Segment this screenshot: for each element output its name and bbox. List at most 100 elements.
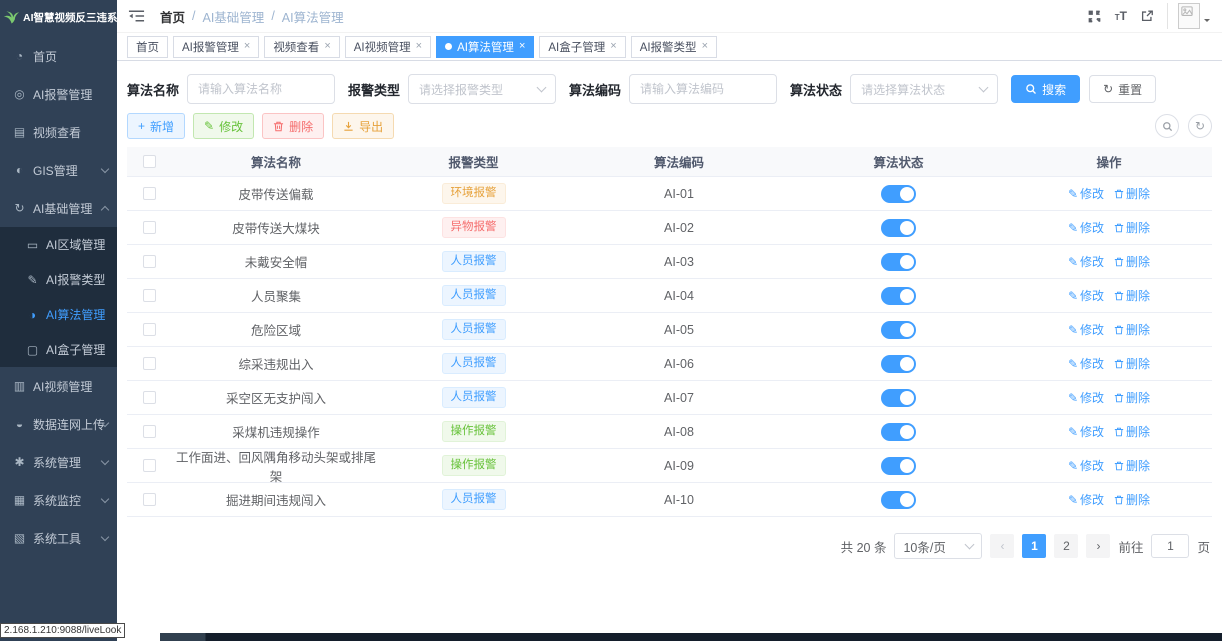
- sidebar-item-ai-video[interactable]: ▥ AI视频管理: [0, 367, 117, 405]
- page-button-2[interactable]: 2: [1054, 534, 1078, 558]
- row-edit-link[interactable]: ✎修改: [1068, 219, 1104, 236]
- algorithm-status-select[interactable]: 请选择算法状态: [850, 74, 998, 104]
- chevron-down-icon[interactable]: [1204, 19, 1210, 25]
- breadcrumb-ai-base[interactable]: AI基础管理: [203, 7, 265, 26]
- table-row: 皮带传送偏载 环境报警 AI-01 ✎修改 删除: [127, 177, 1212, 211]
- row-checkbox[interactable]: [143, 459, 156, 472]
- algorithm-name-input[interactable]: [187, 74, 335, 104]
- sidebar-item-data-upload[interactable]: ◒ 数据连网上传: [0, 405, 117, 443]
- sidebar-item-ai-alarm-type[interactable]: ✎ AI报警类型: [0, 262, 117, 297]
- sidebar-item-system-tools[interactable]: ▧ 系统工具: [0, 519, 117, 557]
- row-checkbox[interactable]: [143, 357, 156, 370]
- status-toggle[interactable]: [881, 389, 916, 407]
- page-button-1[interactable]: 1: [1022, 534, 1046, 558]
- filter-name-label: 算法名称: [127, 80, 179, 99]
- row-edit-link[interactable]: ✎修改: [1068, 321, 1104, 338]
- row-checkbox[interactable]: [143, 493, 156, 506]
- close-icon[interactable]: ×: [244, 41, 250, 52]
- tab-ai-video-manage[interactable]: AI视频管理 ×: [345, 36, 431, 58]
- row-delete-link[interactable]: 删除: [1114, 423, 1150, 440]
- collapse-sidebar-icon[interactable]: [128, 9, 145, 23]
- row-checkbox[interactable]: [143, 187, 156, 200]
- fullscreen-icon[interactable]: [1087, 9, 1102, 24]
- delete-button[interactable]: 删除: [262, 113, 324, 139]
- algorithm-code-input[interactable]: [629, 74, 777, 104]
- row-edit-link[interactable]: ✎修改: [1068, 389, 1104, 406]
- show-search-button[interactable]: [1155, 114, 1179, 138]
- close-icon[interactable]: ×: [324, 41, 330, 52]
- bottom-bar: [160, 633, 1222, 641]
- sidebar-item-ai-base[interactable]: ↻ AI基础管理: [0, 189, 117, 227]
- row-checkbox[interactable]: [143, 255, 156, 268]
- goto-page-input[interactable]: [1151, 534, 1189, 558]
- sidebar-item-system-monitor[interactable]: ▦ 系统监控: [0, 481, 117, 519]
- status-toggle[interactable]: [881, 253, 916, 271]
- tab-home[interactable]: 首页: [127, 36, 168, 58]
- prev-page-button[interactable]: ‹: [990, 534, 1014, 558]
- row-delete-link[interactable]: 删除: [1114, 389, 1150, 406]
- refresh-table-button[interactable]: ↻: [1188, 114, 1212, 138]
- alarm-icon: ◎: [12, 87, 27, 101]
- row-edit-link[interactable]: ✎修改: [1068, 253, 1104, 270]
- row-delete-link[interactable]: 删除: [1114, 185, 1150, 202]
- open-window-icon[interactable]: [1140, 9, 1154, 23]
- breadcrumb-home[interactable]: 首页: [160, 7, 185, 26]
- status-toggle[interactable]: [881, 355, 916, 373]
- sidebar-item-system-manage[interactable]: ✱ 系统管理: [0, 443, 117, 481]
- export-button[interactable]: 导出: [332, 113, 394, 139]
- alarm-type-select[interactable]: 请选择报警类型: [408, 74, 556, 104]
- row-checkbox[interactable]: [143, 289, 156, 302]
- status-toggle[interactable]: [881, 423, 916, 441]
- add-button[interactable]: + 新增: [127, 113, 185, 139]
- sidebar-item-ai-box[interactable]: ▢ AI盒子管理: [0, 332, 117, 367]
- tab-video-view[interactable]: 视频查看 ×: [264, 36, 339, 58]
- row-delete-link[interactable]: 删除: [1114, 355, 1150, 372]
- row-edit-link[interactable]: ✎修改: [1068, 491, 1104, 508]
- row-edit-link[interactable]: ✎修改: [1068, 423, 1104, 440]
- close-icon[interactable]: ×: [519, 41, 525, 52]
- tab-ai-box-manage[interactable]: AI盒子管理 ×: [539, 36, 625, 58]
- close-icon[interactable]: ×: [702, 41, 708, 52]
- breadcrumb-current: AI算法管理: [282, 7, 344, 26]
- row-delete-link[interactable]: 删除: [1114, 457, 1150, 474]
- sidebar-item-ai-algorithm[interactable]: ◑ AI算法管理: [0, 297, 117, 332]
- status-toggle[interactable]: [881, 219, 916, 237]
- row-checkbox[interactable]: [143, 221, 156, 234]
- status-toggle[interactable]: [881, 491, 916, 509]
- tab-ai-alarm-manage[interactable]: AI报警管理 ×: [173, 36, 259, 58]
- close-icon[interactable]: ×: [610, 41, 616, 52]
- tab-ai-algorithm-manage[interactable]: AI算法管理 ×: [436, 36, 534, 58]
- status-toggle[interactable]: [881, 457, 916, 475]
- row-edit-link[interactable]: ✎修改: [1068, 457, 1104, 474]
- row-checkbox[interactable]: [143, 391, 156, 404]
- avatar[interactable]: [1178, 3, 1200, 29]
- row-checkbox[interactable]: [143, 425, 156, 438]
- tab-ai-alarm-type[interactable]: AI报警类型 ×: [631, 36, 717, 58]
- row-delete-link[interactable]: 删除: [1114, 219, 1150, 236]
- search-button[interactable]: 搜索: [1011, 75, 1080, 103]
- status-toggle[interactable]: [881, 321, 916, 339]
- status-toggle[interactable]: [881, 287, 916, 305]
- close-icon[interactable]: ×: [416, 41, 422, 52]
- row-edit-link[interactable]: ✎修改: [1068, 355, 1104, 372]
- row-delete-link[interactable]: 删除: [1114, 321, 1150, 338]
- select-all-checkbox[interactable]: [143, 155, 156, 168]
- edit-button[interactable]: ✎ 修改: [193, 113, 254, 139]
- row-delete-link[interactable]: 删除: [1114, 253, 1150, 270]
- sidebar-item-video-view[interactable]: ▤ 视频查看: [0, 113, 117, 151]
- next-page-button[interactable]: ›: [1086, 534, 1110, 558]
- reset-button[interactable]: ↻ 重置: [1089, 75, 1156, 103]
- status-toggle[interactable]: [881, 185, 916, 203]
- sidebar-item-ai-region[interactable]: ▭ AI区域管理: [0, 227, 117, 262]
- sidebar-item-home[interactable]: ◔ 首页: [0, 37, 117, 75]
- row-edit-link[interactable]: ✎修改: [1068, 287, 1104, 304]
- sidebar-item-gis[interactable]: ◐ GIS管理: [0, 151, 117, 189]
- font-size-icon[interactable]: TT: [1115, 7, 1127, 25]
- row-delete-link[interactable]: 删除: [1114, 491, 1150, 508]
- row-delete-link[interactable]: 删除: [1114, 287, 1150, 304]
- sidebar-item-ai-alarm[interactable]: ◎ AI报警管理: [0, 75, 117, 113]
- user-menu[interactable]: [1167, 3, 1210, 29]
- page-size-select[interactable]: 10条/页: [894, 533, 982, 559]
- row-checkbox[interactable]: [143, 323, 156, 336]
- row-edit-link[interactable]: ✎修改: [1068, 185, 1104, 202]
